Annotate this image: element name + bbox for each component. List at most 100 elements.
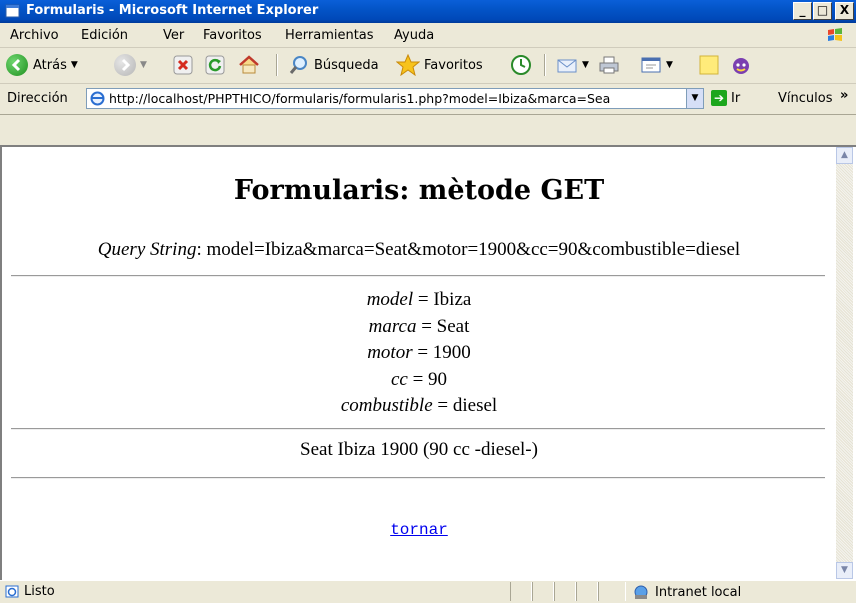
discuss-button[interactable] (698, 52, 720, 78)
menu-herramientas[interactable]: Herramientas (285, 28, 374, 43)
search-button[interactable]: Búsqueda (288, 52, 379, 78)
param-row: marca = Seat (3, 314, 835, 341)
standard-toolbar: Atrás ▼ ▼ Búsqueda Favoritos ▼ ▼ (0, 48, 856, 84)
home-button[interactable] (238, 52, 260, 78)
param-name: marca (368, 315, 417, 337)
window-title: Formularis - Microsoft Internet Explorer (26, 3, 319, 18)
param-value: = 1900 (412, 342, 471, 363)
param-value: = Seat (416, 315, 470, 337)
menu-bar: Archivo Edición Ver Favoritos Herramient… (0, 23, 856, 48)
address-dropdown-icon[interactable]: ▼ (686, 89, 703, 108)
address-input[interactable]: http://localhost/PHPTHICO/formularis/for… (86, 88, 704, 109)
zone-label: Intranet local (655, 584, 742, 600)
back-link[interactable]: tornar (390, 521, 448, 539)
intranet-zone-icon (634, 585, 648, 599)
printer-icon (599, 56, 619, 74)
status-cell (554, 582, 576, 601)
close-button[interactable]: X (835, 2, 854, 20)
go-button[interactable]: ➔ Ir (711, 90, 740, 106)
links-label[interactable]: Vínculos (778, 91, 832, 106)
query-string-line: Query String: model=Ibiza&marca=Seat&mot… (3, 239, 835, 261)
links-chevron-icon[interactable]: » (840, 88, 848, 103)
status-cell (510, 582, 532, 601)
back-arrow-icon (6, 54, 28, 76)
param-name: combustible (340, 395, 433, 416)
go-arrow-icon: ➔ (711, 90, 727, 106)
back-label: Atrás (33, 57, 67, 73)
param-row: motor = 1900 (3, 340, 835, 367)
back-button[interactable]: Atrás ▼ (6, 52, 78, 78)
refresh-icon (205, 55, 225, 75)
back-dropdown-icon[interactable]: ▼ (71, 60, 78, 70)
page-done-icon (5, 585, 19, 598)
forward-button[interactable]: ▼ (114, 52, 147, 78)
mail-button[interactable]: ▼ (556, 52, 589, 78)
menu-edicion[interactable]: Edición (81, 28, 128, 43)
edit-dropdown-icon[interactable]: ▼ (666, 60, 673, 70)
car-summary: Seat Ibiza 1900 (90 cc -diesel-) (300, 439, 538, 460)
param-row: combustible = diesel (3, 393, 835, 420)
home-icon (239, 55, 259, 74)
security-zone: Intranet local (632, 584, 741, 600)
param-value: = 90 (407, 368, 448, 390)
mail-dropdown-icon[interactable]: ▼ (582, 60, 589, 70)
title-bar: Formularis - Microsoft Internet Explorer… (0, 0, 856, 23)
scroll-up-icon[interactable]: ▲ (836, 147, 853, 164)
param-value: = diesel (432, 395, 498, 416)
go-label: Ir (731, 90, 741, 106)
toolbar-separator (544, 54, 546, 76)
menu-ver[interactable]: Ver (163, 28, 184, 43)
status-cell (532, 582, 554, 601)
back-link-container: tornar (3, 521, 835, 539)
windows-logo-icon (828, 28, 842, 41)
print-button[interactable] (598, 52, 620, 78)
query-string-label: Query String (97, 239, 197, 260)
edit-page-icon (641, 57, 661, 73)
menu-ayuda[interactable]: Ayuda (394, 28, 434, 43)
status-cell (598, 582, 626, 601)
search-label: Búsqueda (314, 57, 379, 73)
param-value: = Ibiza (413, 289, 472, 310)
param-list: model = Ibiza marca = Seat motor = 1900 … (3, 287, 835, 420)
status-cell (576, 582, 598, 601)
search-icon (289, 56, 307, 74)
param-row: cc = 90 (3, 367, 835, 394)
messenger-button[interactable] (730, 52, 752, 78)
forward-dropdown-icon[interactable]: ▼ (140, 60, 147, 70)
messenger-icon (733, 58, 749, 74)
address-bar: Dirección http://localhost/PHPTHICO/form… (0, 84, 856, 115)
edit-button[interactable]: ▼ (640, 52, 673, 78)
history-button[interactable] (510, 52, 532, 78)
forward-arrow-icon (114, 54, 136, 76)
param-row: model = Ibiza (3, 287, 835, 314)
favorites-star-icon (396, 54, 420, 76)
menu-archivo[interactable]: Archivo (10, 28, 59, 43)
favorites-button[interactable]: Favoritos (396, 52, 483, 78)
minimize-button[interactable]: _ (793, 2, 812, 20)
vertical-scrollbar[interactable]: ▲ ▼ (836, 147, 853, 579)
history-icon (511, 55, 531, 75)
param-name: model (366, 289, 414, 310)
param-name: motor (367, 342, 413, 363)
query-string-value: : model=Ibiza&marca=Seat&motor=1900&cc=9… (196, 239, 741, 260)
page-content: Formularis: mètode GET Query String: mod… (3, 147, 835, 579)
ie-page-icon (90, 91, 105, 106)
stop-icon (173, 55, 193, 75)
stop-button[interactable] (173, 52, 193, 78)
param-name: cc (390, 368, 408, 390)
refresh-button[interactable] (205, 52, 225, 78)
ie-app-icon (5, 4, 20, 18)
status-bar: Listo Intranet local (0, 580, 856, 603)
mail-icon (557, 59, 577, 73)
page-heading: Formularis: mètode GET (233, 175, 605, 206)
maximize-button[interactable]: □ (813, 2, 832, 20)
address-url[interactable]: http://localhost/PHPTHICO/formularis/for… (109, 91, 679, 106)
menu-favoritos[interactable]: Favoritos (203, 28, 262, 43)
favorites-label: Favoritos (424, 57, 483, 73)
divider (11, 477, 825, 479)
note-icon (699, 55, 719, 75)
divider (11, 275, 825, 277)
toolbar-separator (276, 54, 278, 76)
address-label: Dirección (7, 91, 68, 106)
scroll-down-icon[interactable]: ▼ (836, 562, 853, 579)
